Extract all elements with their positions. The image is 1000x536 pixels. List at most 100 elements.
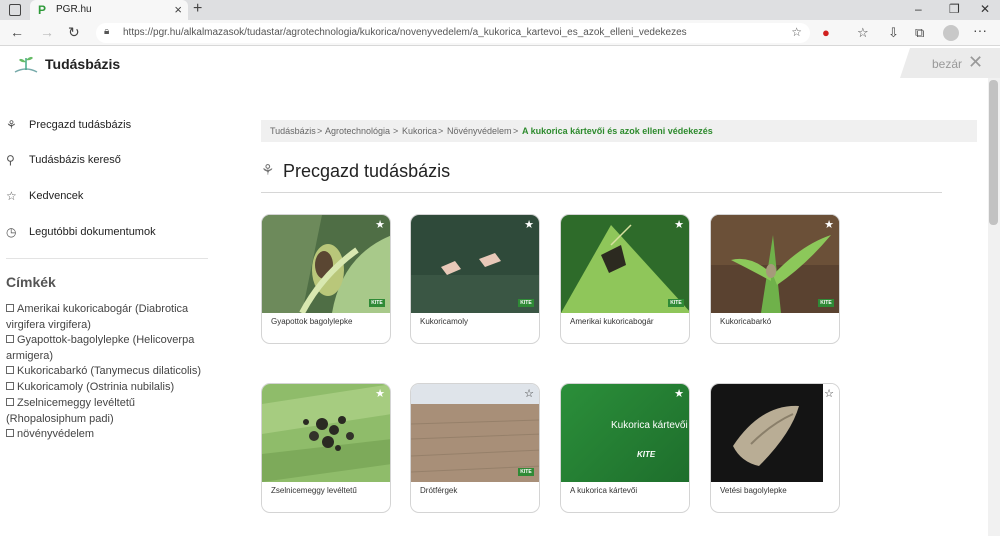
back-icon[interactable]: ← bbox=[10, 24, 24, 40]
document-card[interactable]: ★ KITE Amerikai kukoricabogár bbox=[560, 214, 690, 344]
sidebar-item-precgazd[interactable]: ⚘ Precgazd tudásbázis bbox=[6, 116, 208, 136]
tag-label: Kukoricabarkó (Tanymecus dilaticolis) bbox=[17, 365, 202, 377]
card-caption: Kukoricamoly bbox=[420, 317, 469, 326]
favorite-star-icon[interactable]: ☆ bbox=[824, 387, 834, 400]
tag-checkbox-item[interactable]: Zselnicemeggy levéltetű (Rhopalosiphum p… bbox=[6, 395, 211, 427]
document-card[interactable]: ★ Zselnicemeggy levéltetű bbox=[261, 383, 391, 513]
card-image bbox=[711, 384, 839, 482]
downloads-icon[interactable]: ⇩ bbox=[888, 25, 899, 41]
page-title: Precgazd tudásbázis bbox=[283, 161, 451, 181]
more-menu-icon[interactable]: ··· bbox=[973, 22, 987, 38]
breadcrumb-separator: > bbox=[393, 126, 399, 136]
favorite-star-icon[interactable]: ★ bbox=[375, 387, 385, 400]
card-caption: Vetési bagolylepke bbox=[720, 486, 787, 495]
star-icon: ☆ bbox=[6, 189, 17, 203]
favorite-star-icon[interactable]: ★ bbox=[375, 218, 385, 231]
close-button[interactable]: bezár ✕ bbox=[900, 48, 1000, 78]
document-card[interactable]: ☆ KITE Drótférgek bbox=[410, 383, 540, 513]
lock-icon: 🔒︎ bbox=[104, 26, 110, 37]
favorite-star-icon[interactable]: ★ bbox=[674, 387, 684, 400]
slide-title: Kukorica kártevői bbox=[611, 420, 688, 431]
scrollbar-thumb[interactable] bbox=[989, 80, 998, 225]
breadcrumb-link[interactable]: Tudásbázis bbox=[270, 126, 316, 136]
document-card[interactable]: Kukorica kártevői KITE ★ A kukorica kárt… bbox=[560, 383, 690, 513]
checkbox[interactable] bbox=[6, 304, 14, 312]
card-caption: A kukorica kártevői bbox=[570, 486, 638, 495]
checkbox[interactable] bbox=[6, 398, 14, 406]
kite-logo-badge: KITE bbox=[369, 299, 385, 307]
tag-checkbox-item[interactable]: növényvédelem bbox=[6, 426, 211, 442]
url-text: https://pgr.hu/alkalmazasok/tudastar/agr… bbox=[123, 27, 687, 38]
favorite-star-icon[interactable]: ★ bbox=[674, 218, 684, 231]
tag-label: növényvédelem bbox=[17, 428, 95, 440]
brand-logo-icon bbox=[14, 56, 38, 73]
tag-checkbox-item[interactable]: Amerikai kukoricabogár (Diabrotica virgi… bbox=[6, 301, 211, 333]
document-card[interactable]: ☆ Vetési bagolylepke bbox=[710, 383, 840, 513]
new-tab-icon[interactable]: + bbox=[193, 0, 202, 18]
tag-label: Zselnicemeggy levéltetű (Rhopalosiphum p… bbox=[6, 397, 136, 425]
history-icon: ◷ bbox=[6, 225, 17, 239]
favorites-icon[interactable]: ☆ bbox=[857, 25, 869, 41]
card-caption: Gyapottok bagolylepke bbox=[271, 317, 353, 326]
kite-logo-badge: KITE bbox=[518, 299, 534, 307]
close-window-icon[interactable]: ✕ bbox=[980, 2, 990, 16]
extension-icon[interactable]: ● bbox=[822, 25, 830, 40]
refresh-icon[interactable]: ↻ bbox=[68, 24, 80, 41]
breadcrumb: Tudásbázis > Agrotechnológia > Kukorica … bbox=[261, 120, 977, 142]
checkbox[interactable] bbox=[6, 429, 14, 437]
search-icon: ⚲ bbox=[6, 153, 15, 167]
add-favorite-icon[interactable]: ☆ bbox=[791, 25, 802, 39]
card-caption: Drótférgek bbox=[420, 486, 458, 495]
card-image bbox=[262, 384, 390, 482]
favorite-star-icon[interactable]: ★ bbox=[824, 218, 834, 231]
title-divider bbox=[261, 192, 942, 193]
restore-icon[interactable]: ❐ bbox=[949, 2, 960, 16]
sidebar-divider bbox=[6, 258, 208, 259]
breadcrumb-separator: > bbox=[317, 126, 323, 136]
card-image: Kukorica kártevői KITE bbox=[561, 384, 689, 482]
favorite-star-icon[interactable]: ☆ bbox=[524, 387, 534, 400]
forward-icon[interactable]: → bbox=[40, 24, 54, 40]
breadcrumb-link[interactable]: Kukorica bbox=[402, 126, 437, 136]
tag-label: Gyapottok-bagolylepke (Helicoverpa armig… bbox=[6, 334, 195, 362]
pgr-favicon-icon: P bbox=[38, 3, 47, 17]
breadcrumb-separator: > bbox=[438, 126, 444, 136]
tag-label: Amerikai kukoricabogár (Diabrotica virgi… bbox=[6, 303, 189, 331]
checkbox[interactable] bbox=[6, 366, 14, 374]
kite-logo-badge: KITE bbox=[668, 299, 684, 307]
document-card[interactable]: ★ KITE Kukoricamoly bbox=[410, 214, 540, 344]
sidebar-item-favorites[interactable]: ☆ Kedvencek bbox=[6, 187, 208, 207]
sidebar-item-recent[interactable]: ◷ Legutóbbi dokumentumok bbox=[6, 223, 208, 243]
url-field[interactable]: 🔒︎ https://pgr.hu/alkalmazasok/tudastar/… bbox=[96, 23, 810, 43]
collections-icon[interactable]: ⧉ bbox=[915, 25, 924, 41]
document-card[interactable]: ★ KITE Gyapottok bagolylepke bbox=[261, 214, 391, 344]
sidebar-item-search[interactable]: ⚲ Tudásbázis kereső bbox=[6, 151, 208, 171]
tag-checkbox-item[interactable]: Kukoricamoly (Ostrinia nubilalis) bbox=[6, 379, 211, 395]
tags-title: Címkék bbox=[6, 274, 56, 290]
window-menu-icon[interactable] bbox=[9, 4, 21, 16]
sidebar-item-label: Kedvencek bbox=[29, 190, 84, 202]
browser-tab-strip: P PGR.hu × + – ❐ ✕ bbox=[0, 0, 1000, 20]
document-card[interactable]: ★ KITE Kukoricabarkó bbox=[710, 214, 840, 344]
breadcrumb-separator: > bbox=[513, 126, 519, 136]
tag-checkbox-item[interactable]: Kukoricabarkó (Tanymecus dilaticolis) bbox=[6, 363, 211, 379]
sidebar-item-label: Legutóbbi dokumentumok bbox=[29, 226, 156, 238]
close-tab-icon[interactable]: × bbox=[174, 2, 182, 17]
close-label: bezár bbox=[932, 57, 963, 71]
close-icon: ✕ bbox=[968, 52, 984, 72]
address-bar-row: ← → ↻ 🔒︎ https://pgr.hu/alkalmazasok/tud… bbox=[0, 20, 1000, 46]
profile-avatar[interactable] bbox=[943, 25, 959, 41]
breadcrumb-link[interactable]: Növényvédelem bbox=[447, 126, 512, 136]
page-scrollbar[interactable] bbox=[988, 78, 1000, 536]
card-caption: Zselnicemeggy levéltetű bbox=[271, 486, 357, 495]
sidebar-item-label: Precgazd tudásbázis bbox=[29, 119, 132, 131]
favorite-star-icon[interactable]: ★ bbox=[524, 218, 534, 231]
minimize-icon[interactable]: – bbox=[915, 2, 922, 16]
tag-checkbox-item[interactable]: Gyapottok-bagolylepke (Helicoverpa armig… bbox=[6, 332, 211, 364]
checkbox[interactable] bbox=[6, 382, 14, 390]
checkbox[interactable] bbox=[6, 335, 14, 343]
breadcrumb-link[interactable]: Agrotechnológia bbox=[325, 126, 390, 136]
precgazd-icon: ⚘ bbox=[6, 118, 17, 132]
kite-logo-badge: KITE bbox=[818, 299, 834, 307]
browser-tab[interactable]: P PGR.hu × bbox=[30, 0, 188, 20]
